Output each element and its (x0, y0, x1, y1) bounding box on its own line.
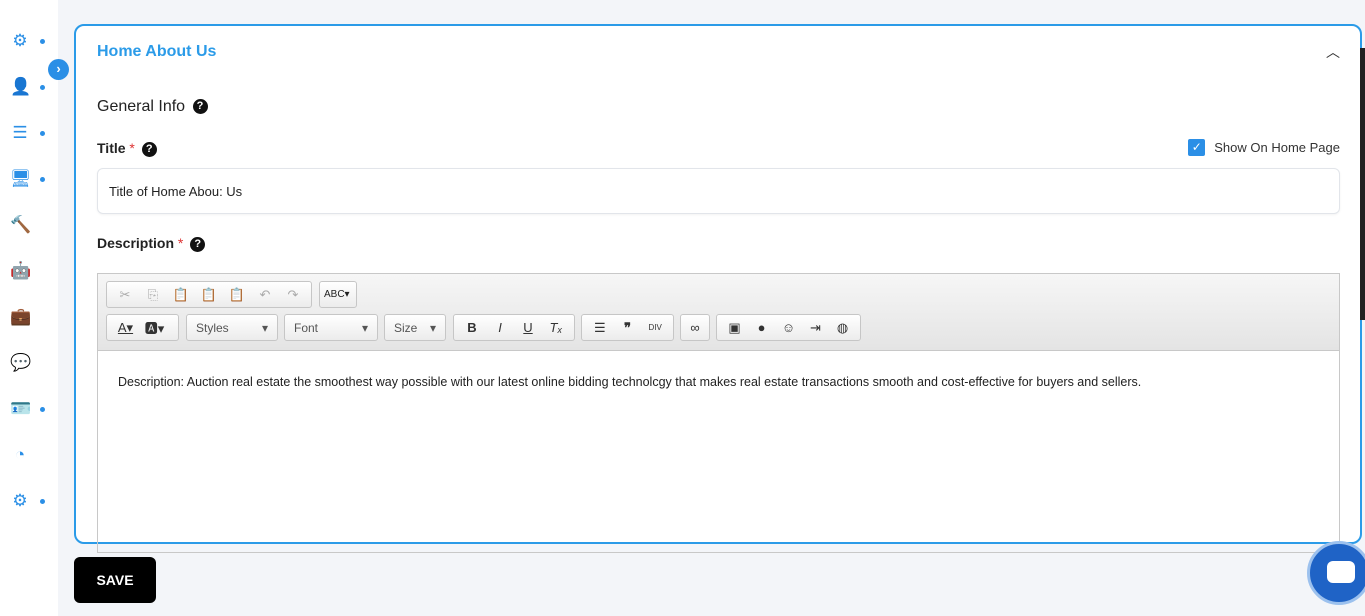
div-icon[interactable]: DIV (641, 323, 669, 332)
title-label: Title * ? (97, 140, 157, 157)
sidebar-toggle-chevron-right-icon[interactable]: › (48, 59, 69, 80)
dot-indicator (40, 498, 45, 504)
gear-icon: ⚙ (12, 31, 28, 50)
briefcase-icon: 💼 (10, 307, 32, 326)
iframe-globe-icon[interactable]: ◍ (829, 320, 856, 336)
smiley-icon[interactable]: ☺ (775, 320, 802, 335)
title-label-text: Title (97, 140, 126, 156)
sidebar-item[interactable]: ◔ (10, 443, 50, 467)
save-button[interactable]: SAVE (74, 557, 156, 603)
title-input[interactable]: Title of Home Abou: Us (97, 168, 1340, 214)
section-heading: General Info ? (97, 98, 208, 116)
list-icon: ☰ (12, 123, 28, 142)
user-icon: 👤 (10, 77, 32, 96)
italic-icon[interactable]: I (486, 320, 514, 335)
copy-icon[interactable]: ⎘ (139, 287, 167, 303)
help-icon[interactable]: ? (192, 99, 208, 115)
sidebar-item[interactable]: 💬 (10, 351, 50, 375)
size-select[interactable]: Size ▾ (384, 314, 446, 341)
insert-group: ▣ ● ☺ ⇥ ◍ (716, 314, 861, 341)
help-icon[interactable]: ? (141, 141, 157, 157)
chat-icon: 💬 (10, 353, 32, 372)
sidebar-item[interactable]: 👤 (10, 75, 50, 99)
paste-icon[interactable]: 📋 (167, 287, 195, 303)
indent-icon[interactable]: ⇥ (802, 320, 829, 336)
sidebar-item[interactable]: ⚙ (10, 29, 50, 53)
help-icon[interactable]: ? (190, 236, 206, 252)
redo-icon[interactable]: ↷ (279, 287, 307, 303)
chevron-up-icon[interactable]: ︿ (1326, 42, 1340, 62)
blockquote-icon[interactable]: ❞ (614, 320, 642, 336)
size-label: Size (394, 321, 418, 335)
dot-indicator (40, 406, 45, 412)
styles-label: Styles (196, 321, 229, 335)
sidebar-item[interactable]: 🔨 (10, 213, 50, 237)
dot-indicator (40, 38, 45, 44)
monitor-icon: 🖥 (10, 169, 32, 188)
sidebar-item[interactable]: 🤖 (10, 259, 50, 283)
cut-icon[interactable]: ✂ (111, 287, 139, 303)
scrollbar[interactable] (1360, 48, 1365, 320)
format-group: B I U Tₓ (453, 314, 575, 341)
sidebar-item[interactable]: 🪪 (10, 397, 50, 421)
robot-icon: 🤖 (10, 261, 32, 280)
required-mark: * (177, 235, 184, 251)
styles-select[interactable]: Styles ▾ (186, 314, 278, 341)
sidebar-item[interactable]: ⚙ (10, 489, 50, 513)
bullet-list-icon[interactable]: ☰ (586, 320, 614, 336)
dot-indicator (40, 176, 45, 182)
panel-title[interactable]: Home About Us (97, 43, 216, 61)
paste-text-icon[interactable]: 📋 (195, 287, 223, 303)
rss-icon: ◔ (14, 445, 26, 464)
hammer-icon: 🔨 (10, 215, 32, 234)
bg-color-icon[interactable]: 🅰▾ (140, 318, 169, 337)
paste-word-icon[interactable]: 📋 (223, 287, 251, 303)
sidebar: ⚙ 👤 ☰ 🖥 🔨 🤖 💼 💬 🪪 ◔ ⚙ (0, 0, 58, 616)
font-select[interactable]: Font ▾ (284, 314, 378, 341)
dot-indicator (40, 84, 45, 90)
undo-icon[interactable]: ↶ (251, 287, 279, 303)
editor-content[interactable]: Description: Auction real estate the smo… (98, 351, 1339, 413)
dot-indicator (40, 130, 45, 136)
required-mark: * (129, 140, 135, 156)
chat-bubble-icon (1327, 561, 1355, 583)
underline-icon[interactable]: U (514, 320, 542, 335)
rich-text-editor: ✂ ⎘ 📋 📋 📋 ↶ ↷ ABC▾ A▾ 🅰▾ Styles ▾ Font ▾ Size ▾ BI… (97, 273, 1340, 553)
show-on-home-checkbox[interactable]: ✓ Show On Home Page (1188, 139, 1340, 156)
gears-icon: ⚙ (12, 491, 28, 510)
bold-icon[interactable]: B (458, 320, 486, 335)
description-label: Description * ? (97, 235, 206, 252)
checkbox-checked-icon[interactable]: ✓ (1188, 139, 1206, 156)
text-color-icon[interactable]: A▾ (111, 320, 140, 336)
flash-icon[interactable]: ● (748, 320, 775, 335)
home-about-us-panel: Home About Us ︿ General Info ? Title * ?… (74, 24, 1362, 553)
chat-widget-button[interactable] (1307, 541, 1365, 605)
image-icon[interactable]: ▣ (721, 320, 748, 336)
editor-toolbar: ✂ ⎘ 📋 📋 📋 ↶ ↷ ABC▾ A▾ 🅰▾ Styles ▾ Font ▾ Size ▾ BI… (98, 274, 1339, 351)
id-card-icon: 🪪 (10, 399, 32, 418)
description-label-text: Description (97, 235, 175, 251)
spellcheck-icon[interactable]: ABC▾ (319, 281, 357, 308)
remove-format-icon[interactable]: Tₓ (542, 320, 570, 335)
show-on-home-label: Show On Home Page (1214, 140, 1340, 155)
sidebar-item[interactable]: 💼 (10, 305, 50, 329)
sidebar-item[interactable]: ☰ (10, 121, 50, 145)
sidebar-item[interactable]: 🖥 (10, 167, 50, 191)
clipboard-group: ✂ ⎘ 📋 📋 📋 ↶ ↷ (106, 281, 312, 308)
link-icon[interactable]: ∞ (680, 314, 710, 341)
block-group: ☰ ❞ DIV (581, 314, 674, 341)
font-label: Font (294, 321, 319, 335)
color-group: A▾ 🅰▾ (106, 314, 179, 341)
section-title: General Info (97, 98, 186, 115)
